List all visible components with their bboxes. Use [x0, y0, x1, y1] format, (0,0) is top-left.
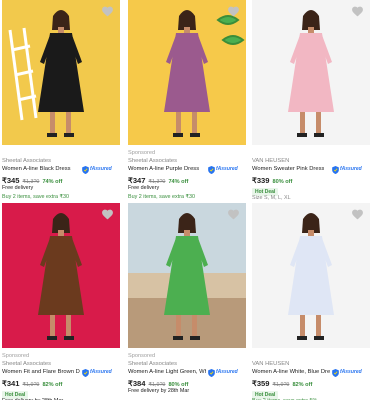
- product-title[interactable]: Women A-line White, Blue Dress: [252, 368, 330, 377]
- assured-badge: fAssured: [82, 165, 112, 174]
- product-card[interactable]: Sponsored Sheetal Associates Women A-line …: [128, 203, 250, 400]
- sponsored-label: Sponsored: [128, 353, 156, 359]
- brand-name: Sheetal Associates: [2, 361, 51, 367]
- price-row: ₹359 ₹1,9?9 82% off: [252, 377, 374, 388]
- product-title[interactable]: Women Fit and Flare Brown Dress: [2, 368, 80, 377]
- wishlist-heart-icon[interactable]: [351, 208, 364, 220]
- delivery-info: Free delivery: [128, 185, 160, 191]
- brand-name: VAN HEUSEN: [252, 158, 290, 164]
- product-card[interactable]: VAN HEUSEN Women A-line White, Blue Dress…: [252, 203, 374, 400]
- product-info: Sponsored Sheetal Associates Women A-line …: [128, 352, 250, 396]
- wishlist-heart-icon[interactable]: [101, 5, 114, 17]
- brand-name: Sheetal Associates: [2, 158, 51, 164]
- product-info: Sheetal Associates Women A-line Black Dre…: [2, 149, 124, 202]
- price-row: ₹339 80% off: [252, 174, 374, 185]
- assured-shield-icon: [332, 368, 339, 377]
- price-row: ₹384 ₹1,9?9 80% off: [128, 377, 250, 388]
- discount: 74% off: [42, 179, 63, 185]
- discount: 82% off: [292, 382, 313, 388]
- assured-shield-icon: [82, 165, 89, 174]
- product-info: Sponsored Sheetal Associates Women A-line …: [128, 149, 250, 202]
- product-card[interactable]: Sponsored Sheetal Associates Women Fit and…: [2, 203, 124, 400]
- assured-shield-icon: [332, 165, 339, 174]
- product-info: VAN HEUSEN Women A-line White, Blue Dress…: [252, 352, 374, 400]
- wishlist-heart-icon[interactable]: [101, 208, 114, 220]
- delivery-info: Free delivery by 28th Mar: [128, 388, 190, 394]
- sponsored-label: Sponsored: [2, 353, 30, 359]
- bank-offer: Buy 2 items, save extra ₹30: [128, 194, 195, 200]
- price-row: ₹347 ₹1,3?0 74% off: [128, 174, 250, 185]
- product-card[interactable]: Sheetal Associates Women A-line Black Dre…: [2, 0, 124, 200]
- product-grid: Sheetal Associates Women A-line Black Dre…: [0, 0, 377, 400]
- product-info: VAN HEUSEN Women Sweater Pink Dress fAssu…: [252, 149, 374, 203]
- bank-offer: Buy 2 items, save extra ₹30: [2, 194, 69, 200]
- assured-shield-icon: [208, 368, 215, 377]
- product-card[interactable]: Sponsored Sheetal Associates Women A-line …: [128, 0, 250, 200]
- wishlist-heart-icon[interactable]: [227, 208, 240, 220]
- assured-badge: fAssured: [208, 165, 238, 174]
- sponsored-label: [2, 149, 124, 157]
- sponsored-label: [252, 149, 374, 157]
- assured-shield-icon: [82, 368, 89, 377]
- sponsored-label: [252, 352, 374, 360]
- sponsored-label: Sponsored: [128, 150, 156, 156]
- product-image[interactable]: [2, 0, 120, 145]
- brand-name: Sheetal Associates: [128, 361, 177, 367]
- discount: 74% off: [168, 179, 189, 185]
- delivery-info: Free delivery: [2, 185, 34, 191]
- product-info: Sponsored Sheetal Associates Women Fit and…: [2, 352, 124, 400]
- product-image[interactable]: [2, 203, 120, 348]
- product-title[interactable]: Women A-line Black Dress: [2, 165, 71, 174]
- brand-name: VAN HEUSEN: [252, 361, 290, 367]
- assured-badge: fAssured: [332, 368, 362, 377]
- product-image[interactable]: [252, 203, 370, 348]
- assured-shield-icon: [208, 165, 215, 174]
- size-info: Size S, M, L, XL: [252, 195, 291, 201]
- wishlist-heart-icon[interactable]: [227, 5, 240, 17]
- product-title[interactable]: Women A-line Purple Dress: [128, 165, 199, 174]
- product-image[interactable]: [128, 203, 246, 348]
- product-image[interactable]: [252, 0, 370, 145]
- price-row: ₹341 ₹1,9?9 82% off: [2, 377, 124, 388]
- product-title[interactable]: Women Sweater Pink Dress: [252, 165, 324, 174]
- product-title[interactable]: Women A-line Light Green, Whit...: [128, 368, 206, 377]
- wishlist-heart-icon[interactable]: [351, 5, 364, 17]
- price-row: ₹345 ₹1,3?0 74% off: [2, 174, 124, 185]
- product-image[interactable]: [128, 0, 246, 145]
- assured-badge: fAssured: [82, 368, 112, 377]
- brand-name: Sheetal Associates: [128, 158, 177, 164]
- product-card[interactable]: VAN HEUSEN Women Sweater Pink Dress fAssu…: [252, 0, 374, 203]
- discount: 82% off: [42, 382, 63, 388]
- assured-badge: fAssured: [208, 368, 238, 377]
- assured-badge: fAssured: [332, 165, 362, 174]
